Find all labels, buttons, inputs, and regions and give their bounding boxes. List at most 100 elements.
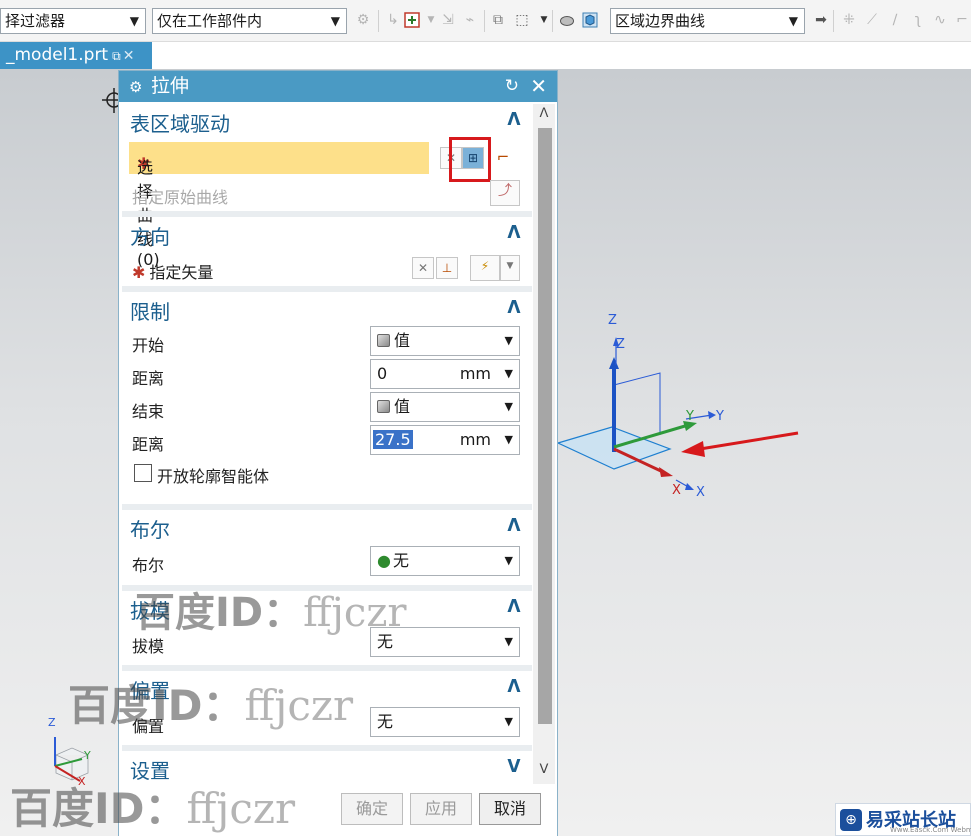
section-header[interactable]: 限制 <box>130 296 170 325</box>
body-select-icon[interactable] <box>559 12 575 28</box>
arrow-right-icon[interactable]: ➡ <box>813 12 829 28</box>
collapse-icon[interactable]: ᐱ <box>504 597 524 617</box>
required-star-icon: ✱ <box>132 263 146 282</box>
snap-point-icon[interactable] <box>404 12 420 28</box>
tangent-icon[interactable]: ⌁ <box>462 12 478 28</box>
intersection-icon[interactable]: ⇲ <box>440 12 456 28</box>
chevron-down-icon: ▼ <box>504 715 513 728</box>
chevron-down-icon: ▼ <box>330 14 340 28</box>
gear-icon[interactable]: ⚙ <box>129 72 145 103</box>
filter-icon[interactable]: ⚙ <box>355 12 371 28</box>
selection-scope-combo[interactable]: 仅在工作部件内 ▼ <box>152 8 347 34</box>
selection-toolbar: 择过滤器 ▼ 仅在工作部件内 ▼ ⚙ ↳ ▼ ⇲ ⌁ ⧉ ⬚ ▼ 区域边界曲线 … <box>0 0 971 42</box>
start-distance-input[interactable]: 0 mm ▼ <box>370 359 520 389</box>
reverse-direction-icon[interactable]: ⊥ <box>436 257 458 279</box>
specify-vector-label: ✱ 指定矢量 <box>132 263 214 282</box>
draft-dropdown[interactable]: 无 ▼ <box>370 627 520 657</box>
axis-label-x: X <box>672 483 681 498</box>
section-offset: 偏置 ᐱ 偏置 无 ▼ <box>122 671 532 746</box>
section-header[interactable]: 表区域驱动 <box>130 108 230 137</box>
tab-model1[interactable]: _model1.prt ⧉ ✕ <box>0 42 152 69</box>
section-header[interactable]: 布尔 <box>130 514 170 543</box>
apply-button[interactable]: 应用 <box>410 793 472 825</box>
face-select-icon[interactable] <box>582 12 598 28</box>
tab-title: _model1.prt <box>6 45 109 65</box>
axis-label-x: X <box>696 485 705 500</box>
collapse-icon[interactable]: ᐱ <box>504 298 524 318</box>
chevron-down-icon[interactable]: ▼ <box>423 12 439 28</box>
annotation-highlight-box <box>449 137 491 182</box>
scroll-up-icon[interactable]: ᐱ <box>533 106 555 126</box>
close-icon[interactable]: ✕ <box>123 48 135 64</box>
section-boolean: 布尔 ᐱ 布尔 ● 无 ▼ <box>122 510 532 585</box>
wave-icon[interactable]: ∿ <box>932 12 948 28</box>
axis-label-y: Y <box>686 409 694 424</box>
more-icon[interactable]: ⌐ <box>954 12 970 28</box>
boolean-dropdown[interactable]: ● 无 ▼ <box>370 546 520 576</box>
collapse-icon[interactable]: ᐱ <box>504 516 524 536</box>
open-profile-checkbox[interactable] <box>134 464 152 482</box>
dialog-scrollbar[interactable]: ᐱ ᐯ <box>533 104 555 784</box>
section-header[interactable]: 方向 <box>130 221 170 250</box>
curve-icon[interactable]: ⌐ <box>492 147 514 169</box>
snap-icon[interactable]: ↳ <box>385 12 401 28</box>
chevron-down-icon[interactable]: ▼ <box>536 12 552 28</box>
scroll-down-icon[interactable]: ᐯ <box>533 762 555 784</box>
line-icon[interactable]: ⟋ <box>864 12 880 28</box>
open-profile-label: 开放轮廓智能体 <box>157 467 270 486</box>
boolean-label: 布尔 <box>132 556 165 575</box>
collapse-icon[interactable]: ᐱ <box>504 677 524 697</box>
offset-label: 偏置 <box>132 717 165 736</box>
start-distance-label: 距离 <box>132 369 165 388</box>
start-label: 开始 <box>132 336 165 355</box>
chevron-down-icon[interactable]: ▼ <box>500 255 520 281</box>
logo-icon: ⊕ <box>840 809 862 831</box>
type-filter-combo[interactable]: 择过滤器 ▼ <box>0 8 146 34</box>
section-direction: 方向 ᐱ ✱ 指定矢量 ✕ ⊥ ⚡ ▼ <box>122 217 532 292</box>
axis-label-z: Z <box>616 337 625 352</box>
deselect-icon[interactable]: ✕ <box>412 257 434 279</box>
chevron-down-icon: ▼ <box>504 334 513 347</box>
axis-label-z: Z <box>608 313 617 328</box>
unit-label: mm <box>459 430 491 449</box>
section-header[interactable]: 拔模 <box>130 595 170 624</box>
axis-label-y: Y <box>716 409 724 424</box>
start-type-dropdown[interactable]: 值 ▼ <box>370 326 520 356</box>
expand-icon[interactable]: ᐯ <box>504 757 524 777</box>
section-draft: 拔模 ᐱ 拔模 无 ▼ <box>122 591 532 666</box>
line-icon[interactable]: ∕ <box>887 12 903 28</box>
reset-icon[interactable]: ↻ <box>505 71 519 102</box>
selection-scope-value: 仅在工作部件内 <box>157 12 263 30</box>
spline-icon[interactable]: ʅ <box>910 12 926 28</box>
origin-curve-button[interactable]: ⤴ <box>490 180 520 206</box>
draft-label: 拔模 <box>132 637 165 656</box>
end-distance-input[interactable]: 27.5 mm ▼ <box>370 425 520 455</box>
curve-option-icon[interactable]: ⁜ <box>841 12 857 28</box>
section-region-drive: 表区域驱动 ᐱ ✱选择曲线 (0) ✕ ⊞ ⌐ 指定原始曲线 ⤴ <box>122 104 532 269</box>
collapse-icon[interactable]: ᐱ <box>504 110 524 130</box>
box-select-icon[interactable]: ⬚ <box>514 12 530 28</box>
collapse-icon[interactable]: ᐱ <box>504 223 524 243</box>
curve-rule-combo[interactable]: 区域边界曲线 ▼ <box>610 8 805 34</box>
toolbar-separator <box>484 10 485 32</box>
select-curve-row[interactable]: ✱选择曲线 (0) <box>129 142 429 269</box>
dialog-footer: 确定 应用 取消 <box>119 784 557 836</box>
offset-dropdown[interactable]: 无 ▼ <box>370 707 520 737</box>
close-icon[interactable]: ✕ <box>530 71 547 102</box>
cancel-button[interactable]: 取消 <box>479 793 541 825</box>
site-logo: ⊕ 易采站长站 Www.Easck.Com Webmaster <box>835 803 971 836</box>
vector-dialog-button[interactable]: ⚡ <box>470 255 500 281</box>
dialog-body: 表区域驱动 ᐱ ✱选择曲线 (0) ✕ ⊞ ⌐ 指定原始曲线 ⤴ 方向 ᐱ ✱指… <box>122 104 532 784</box>
end-type-dropdown[interactable]: 值 ▼ <box>370 392 520 422</box>
select-feature-icon[interactable]: ⧉ <box>490 12 506 28</box>
scrollbar-thumb[interactable] <box>538 128 552 724</box>
dialog-title-bar[interactable]: ⚙ 拉伸 ↻ ✕ <box>119 71 557 102</box>
value-icon <box>377 400 390 413</box>
chevron-down-icon: ▼ <box>504 554 513 567</box>
mini-axis-x: X <box>78 775 86 788</box>
chevron-down-icon: ▼ <box>504 433 513 446</box>
section-header[interactable]: 偏置 <box>130 675 170 704</box>
section-header[interactable]: 设置 <box>130 755 170 784</box>
ok-button[interactable]: 确定 <box>341 793 403 825</box>
pin-icon[interactable]: ⧉ <box>112 49 121 63</box>
